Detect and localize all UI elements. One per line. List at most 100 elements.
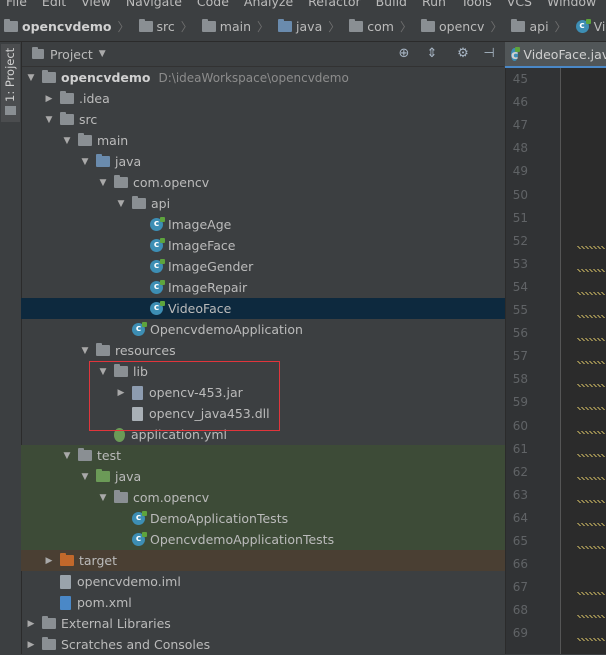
menu-bar: File Edit View Navigate Code Analyze Refactor B… [0, 0, 606, 9]
tree-item[interactable]: pom.xml [21, 592, 526, 613]
tree-item[interactable]: ▶ External Libraries [21, 613, 508, 634]
chevron-down-icon[interactable]: ▼ [79, 346, 91, 356]
breadcrumb-item[interactable]: opencv 〉 [417, 18, 507, 35]
libraries-icon [42, 616, 56, 629]
line-number: 55 [512, 303, 528, 317]
hide-icon[interactable]: ⊣ [481, 46, 497, 62]
separator-icon: 〉 [554, 20, 567, 34]
collapse-icon[interactable]: ⇕ [424, 46, 440, 62]
folder-icon [32, 47, 44, 59]
menu-item-vcs[interactable]: VCS [501, 0, 541, 9]
tree-item[interactable]: ▼ main [21, 130, 544, 151]
menu-item-window[interactable]: Window [541, 0, 605, 9]
breadcrumb-item[interactable]: api 〉 [507, 18, 571, 35]
folder-icon [201, 19, 216, 32]
menu-item-run[interactable]: Run [416, 0, 455, 9]
breadcrumb-item[interactable]: opencvdemo 〉 [0, 18, 135, 35]
line-number: 65 [512, 534, 528, 548]
breadcrumb-label: opencv [438, 19, 485, 34]
tree-item[interactable]: ▼ com.opencv [21, 172, 580, 193]
class-icon: c [150, 301, 165, 315]
menu-item-file[interactable]: File [0, 0, 36, 9]
chevron-down-icon[interactable]: ▼ [115, 199, 127, 209]
tree-item[interactable]: ▼ test [21, 445, 544, 466]
chevron-right-icon[interactable]: ▶ [25, 619, 37, 629]
tree-item[interactable]: ▶ target [21, 550, 526, 571]
project-panel-header: Project ▼ ⊕ ⇕ ⚙ ⊣ [22, 42, 504, 67]
tree-item-label: OpencvdemoApplication [150, 322, 303, 337]
class-icon: c [150, 259, 165, 273]
tree-item-label: java [115, 469, 142, 484]
chevron-down-icon[interactable]: ▼ [97, 178, 109, 188]
menu-item-refactor[interactable]: Refactor [302, 0, 369, 9]
separator-icon: 〉 [490, 20, 503, 34]
tree-item-label: ImageFace [168, 238, 236, 253]
folder-icon [511, 19, 526, 32]
tree-item[interactable]: opencvdemo.iml [21, 571, 526, 592]
menu-item-view[interactable]: View [75, 0, 120, 9]
breadcrumb-item[interactable]: src 〉 [135, 18, 198, 35]
line-number: 64 [512, 510, 528, 525]
tree-item[interactable]: ▼ com.opencv [21, 487, 580, 508]
line-number: 51 [512, 210, 528, 225]
chevron-down-icon[interactable]: ▼ [61, 451, 73, 461]
menu-item-build[interactable]: Build [370, 0, 416, 9]
tree-item-label: ImageRepair [168, 280, 248, 295]
breadcrumb-label: main [219, 19, 252, 34]
tree-item-label: OpencvdemoApplicationTests [150, 532, 335, 547]
tree-item[interactable]: ▼ resources [21, 340, 562, 361]
chevron-down-icon[interactable]: ▼ [61, 136, 73, 146]
tree-item-label: opencvdemo.iml [77, 574, 181, 589]
chevron-right-icon[interactable]: ▶ [43, 556, 55, 566]
line-number: 63 [512, 487, 528, 502]
chevron-down-icon[interactable]: ▼ [79, 472, 91, 482]
menu-item-navigate[interactable]: Navigate [120, 0, 191, 9]
chevron-right-icon[interactable]: ▶ [25, 640, 37, 650]
folder-icon [4, 19, 18, 32]
tree-item[interactable]: ▶ .idea [21, 88, 526, 109]
chevron-down-icon[interactable]: ▼ [97, 493, 109, 503]
line-number: 57 [512, 349, 528, 364]
breadcrumb-item[interactable]: java 〉 [274, 18, 345, 35]
tree-item-label: resources [115, 343, 176, 358]
menu-item-code[interactable]: Code [191, 0, 238, 9]
project-tool-tab-label: 1: Project [3, 47, 17, 102]
menu-item-edit[interactable]: Edit [36, 0, 75, 9]
menu-item-analyze[interactable]: Analyze [238, 0, 302, 9]
tree-item[interactable]: ▼ java [21, 466, 562, 487]
editor-code-area[interactable] [560, 68, 606, 654]
project-tool-tab[interactable]: 1: Project [1, 44, 20, 122]
tree-item-label: java [115, 154, 142, 169]
chevron-down-icon[interactable]: ▼ [79, 157, 91, 167]
chevron-down-icon[interactable]: ▼ [99, 49, 106, 59]
warning-squiggle [577, 407, 605, 411]
class-icon: c [150, 280, 165, 294]
breadcrumb-item[interactable]: main 〉 [198, 18, 274, 35]
crosshair-icon[interactable]: ⊕ [396, 46, 412, 62]
breadcrumb-item[interactable]: com 〉 [345, 18, 417, 35]
project-path: D:\ideaWorkspace\opencvdemo [158, 70, 349, 85]
line-number: 62 [512, 464, 528, 479]
line-number: 67 [512, 580, 528, 595]
warning-squiggle [577, 476, 605, 480]
tree-item[interactable]: ▼ opencvdemo D:\ideaWorkspace\opencvdemo [21, 67, 508, 88]
tree-item-label: ImageAge [168, 217, 232, 232]
menu-item-tools[interactable]: Tools [455, 0, 501, 9]
panel-title[interactable]: Project [50, 47, 93, 62]
gear-icon[interactable]: ⚙ [455, 46, 471, 62]
tree-item[interactable]: ▶ Scratches and Consoles [21, 634, 508, 655]
folder-icon [78, 448, 92, 461]
tree-item[interactable]: ▼ java [21, 151, 562, 172]
class-icon: c [575, 19, 591, 33]
chevron-right-icon[interactable]: ▶ [43, 94, 55, 104]
editor-tab[interactable]: c VideoFace.java [505, 42, 606, 68]
breadcrumb-item[interactable]: cVideoFace [572, 19, 606, 34]
folder-icon [78, 133, 92, 146]
chevron-down-icon[interactable]: ▼ [25, 73, 37, 83]
chevron-down-icon[interactable]: ▼ [43, 115, 55, 125]
warning-squiggle [577, 430, 605, 434]
warning-squiggle [577, 338, 605, 342]
spring-class-icon: c [132, 322, 147, 336]
warning-squiggle [577, 315, 605, 318]
tree-item[interactable]: ▼ src [21, 109, 526, 130]
